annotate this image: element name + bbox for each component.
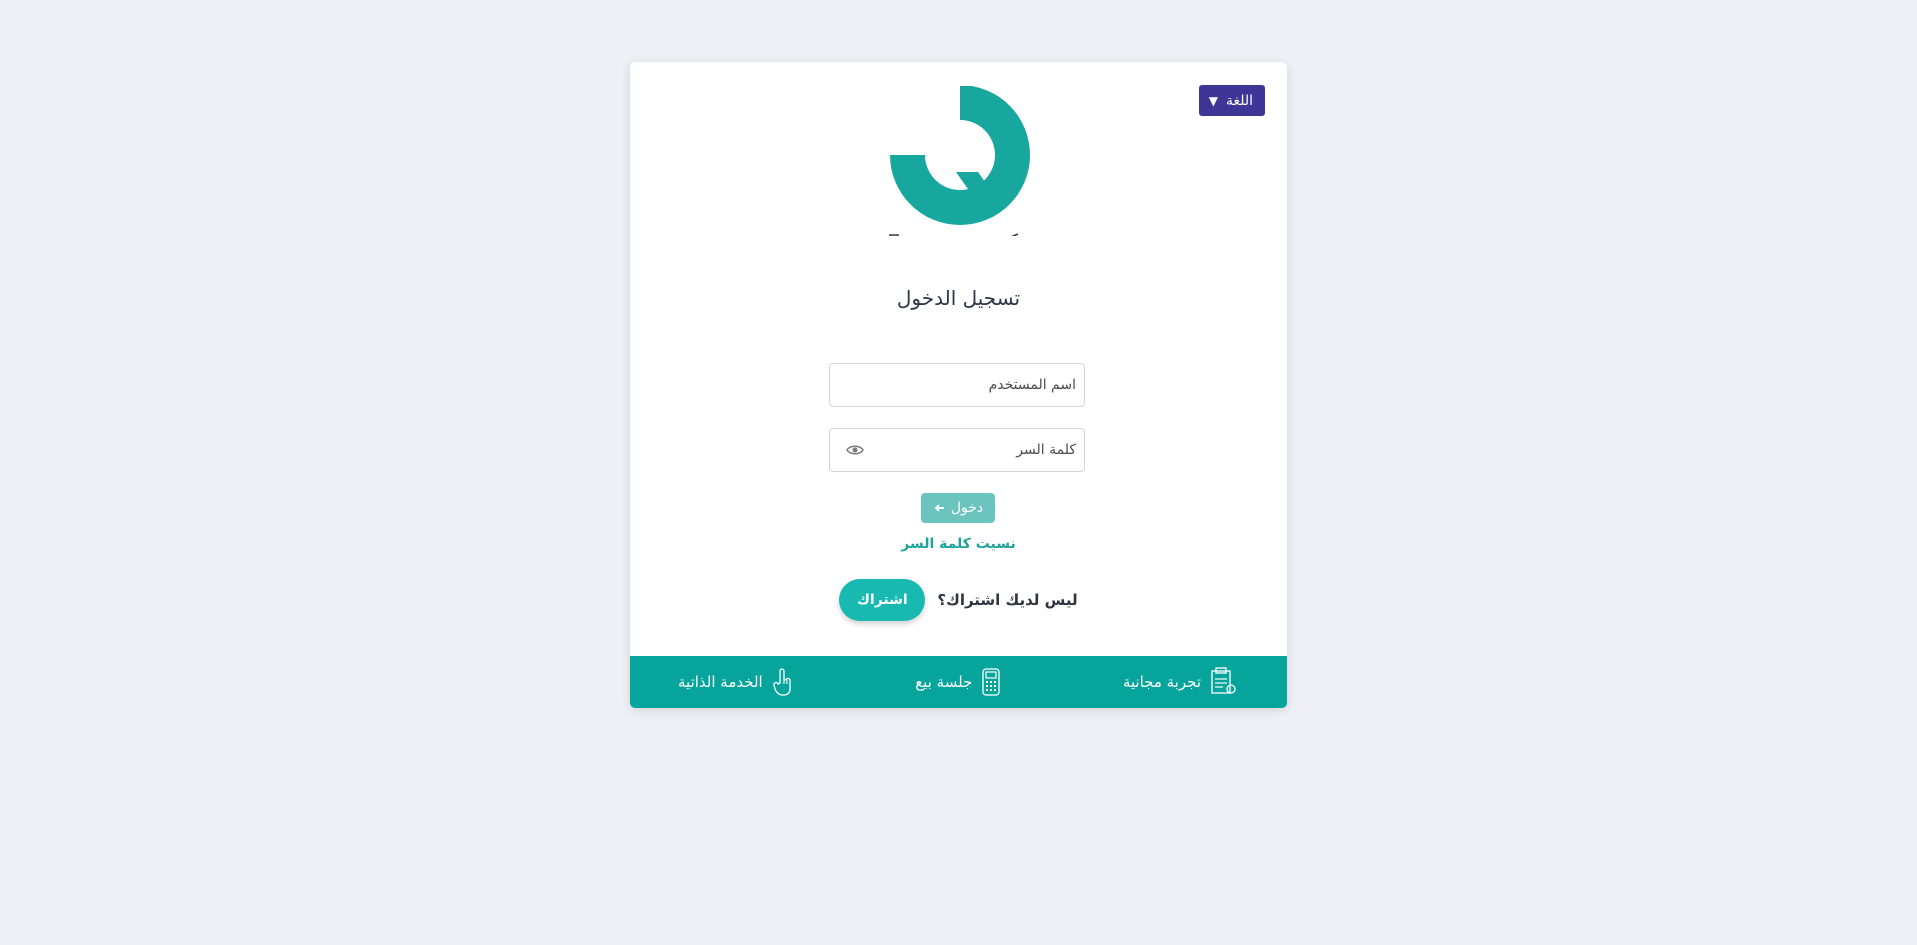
- login-label: دخول: [950, 500, 984, 516]
- footer-sales-session-label: جلسة بيع: [915, 673, 973, 691]
- sign-in-arrow-icon: [934, 504, 944, 512]
- footer-free-trial-label: تجربة مجانية: [1122, 673, 1201, 691]
- subscribe-question: ليس لديك اشتراك؟: [937, 591, 1078, 609]
- username-field-wrapper: [829, 363, 1085, 407]
- page-title: تسجيل الدخول: [896, 286, 1021, 310]
- footer-sales-session[interactable]: جلسة بيع: [915, 667, 1002, 697]
- footer-self-service-label: الخدمة الذاتية: [678, 673, 763, 691]
- footer-self-service[interactable]: الخدمة الذاتية: [678, 667, 795, 697]
- quantum-logo: [888, 86, 1032, 236]
- language-label: اللغة: [1225, 92, 1253, 109]
- password-input[interactable]: [830, 429, 1084, 471]
- subscribe-row: ليس لديك اشتراك؟ اشتراك: [630, 578, 1287, 622]
- login-card: اللغة ▼ تسجيل الدخول دخ: [630, 62, 1287, 708]
- login-button[interactable]: دخول: [921, 493, 995, 523]
- forgot-password-link[interactable]: نسيت كلمة السر: [630, 536, 1287, 552]
- footer-bar: تجربة مجانية جلسة بيع الخدمة الذاتية: [630, 656, 1287, 708]
- footer-free-trial[interactable]: تجربة مجانية: [1123, 667, 1237, 697]
- pos-terminal-icon: [982, 668, 1000, 696]
- quantum-q-logo: [889, 86, 1030, 236]
- subscribe-button[interactable]: اشتراك: [839, 579, 926, 621]
- username-input[interactable]: [830, 364, 1084, 406]
- eye-icon[interactable]: [846, 443, 864, 457]
- caret-down-icon: ▼: [1208, 93, 1218, 108]
- hand-pointer-icon: [773, 668, 791, 696]
- password-field-wrapper: [829, 428, 1085, 472]
- free-trial-icon: [1211, 667, 1236, 694]
- language-dropdown[interactable]: اللغة ▼: [1198, 85, 1265, 116]
